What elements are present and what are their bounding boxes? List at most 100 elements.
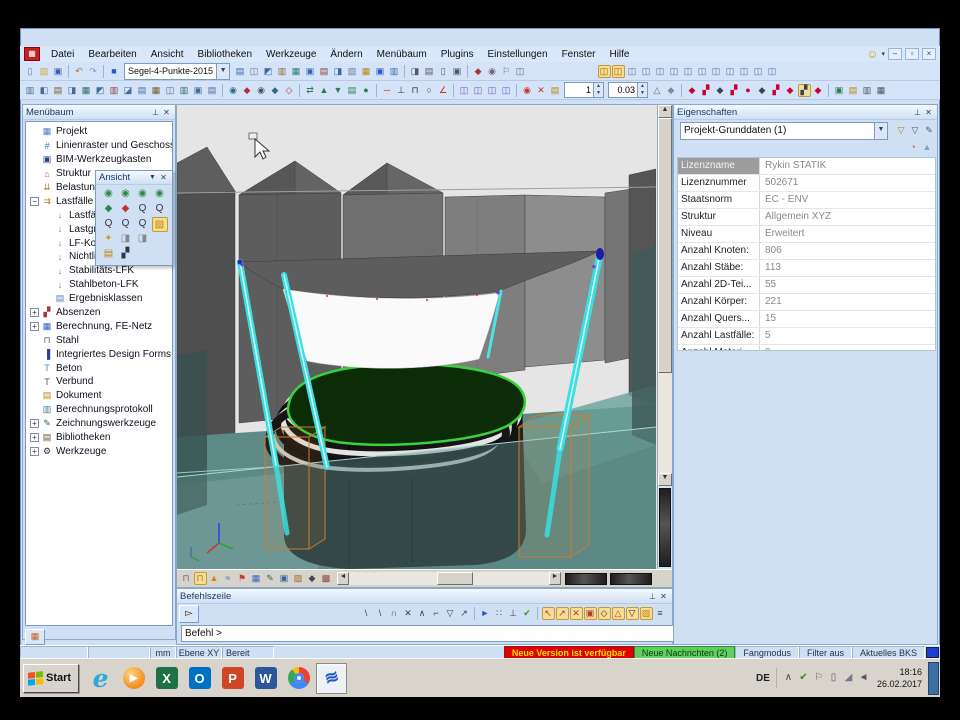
new-file-icon[interactable]: ▯ [24,65,37,78]
clipping-box-icon[interactable]: ▤ [101,247,117,262]
3d-viewport[interactable]: ▲ ▼ ⊓⊓▲≈⚑▦✎▣▨◆▩ ◄ ► [176,104,673,588]
redo-icon[interactable]: ↷ [87,65,100,78]
render-icon[interactable]: ◉ [486,65,499,78]
filter-edit-icon[interactable]: ▽ [909,124,922,137]
eigenschaften-titlebar[interactable]: Eigenschaften ⊥ ✕ [674,105,937,120]
move-icon[interactable]: ⇄ [304,84,317,97]
picture-icon[interactable]: ▧ [346,65,359,78]
select-cut-icon[interactable]: ◨ [66,84,79,97]
annotate-icon[interactable]: ✎ [264,572,277,585]
snap-mid-icon[interactable]: △ [612,607,625,620]
menu-item[interactable]: Menübaum [370,49,434,60]
layers-icon[interactable]: ◫ [248,65,261,78]
support-icon[interactable]: ◆ [756,84,769,97]
snap-node-icon[interactable]: ▣ [584,607,597,620]
volume-icon[interactable]: ◄ [856,672,870,685]
page-icon[interactable]: ▯ [437,65,450,78]
show-desktop-button[interactable] [928,662,939,695]
grid-icon[interactable]: ▦ [250,572,263,585]
menu-item[interactable]: Einstellungen [481,49,555,60]
snap-endpoint-icon[interactable]: ↖ [542,607,555,620]
spinner-icon[interactable]: ▲▼ [593,83,603,97]
texture-icon[interactable]: ▨ [292,572,305,585]
view-window-icon[interactable]: ◫ [696,65,709,78]
doc-icon[interactable]: ▥ [861,84,874,97]
bks-color-swatch[interactable] [926,647,939,658]
pin-icon[interactable]: ⊥ [647,592,658,601]
open-icon[interactable]: ▨ [38,65,51,78]
property-row[interactable]: StaatsnormEC - ENV [678,192,935,209]
tree-item[interactable]: ▤Ergebnisklassen [26,292,172,306]
property-row[interactable]: LizenznameRykin STATIK [678,158,935,175]
close-project-icon[interactable]: ■ [108,65,121,78]
property-value[interactable]: 113 [760,260,935,276]
network-icon[interactable]: ◢ [841,672,855,685]
property-row[interactable]: Anzahl Quers...15 [678,311,935,328]
pin-icon[interactable]: ⊥ [912,108,923,117]
array-icon[interactable]: ● [360,84,373,97]
view-right-icon[interactable]: ◉ [152,187,168,202]
line-grid-icon[interactable]: ⊥ [507,607,520,620]
word-icon[interactable]: W [250,663,281,694]
media-player-icon[interactable]: ▶ [118,663,149,694]
node-view-icon[interactable]: ◆ [306,572,319,585]
activity-icon[interactable]: ◩ [262,65,275,78]
rotate-icon[interactable]: ▼ [332,84,345,97]
select-prev-icon[interactable]: ◪ [122,84,135,97]
flag-marker-icon[interactable]: ⚑ [236,572,249,585]
export-icon[interactable]: ▣ [451,65,464,78]
property-value[interactable]: 15 [760,311,935,327]
select-add-icon[interactable]: ◧ [38,84,51,97]
draw-line-icon[interactable]: \ [360,607,373,620]
ansicht-titlebar[interactable]: Ansicht ▼ ✕ [96,171,172,185]
undo-icon[interactable]: ↶ [73,65,86,78]
node-icon[interactable]: ◆ [686,84,699,97]
befehlszeile-titlebar[interactable]: Befehlszeile ⊥ ✕ [177,589,672,604]
scroll-right-icon[interactable]: ► [549,572,561,585]
hatch-icon[interactable]: ▩ [320,572,333,585]
print-view-icon[interactable]: ◨ [118,232,134,247]
menu-item[interactable]: Datei [44,49,81,60]
lock-view-icon[interactable]: ⊓ [180,572,193,585]
dim-icon[interactable]: ◆ [241,84,254,97]
property-row[interactable]: Anzahl Lastfälle:5 [678,328,935,345]
snap-perp-icon[interactable]: ▽ [626,607,639,620]
command-input[interactable] [181,625,675,642]
combobox-arrow-icon[interactable]: ▼ [216,64,229,79]
view-window-icon[interactable]: ◫ [724,65,737,78]
measure-icon[interactable]: ◉ [227,84,240,97]
zoom-out-icon[interactable]: Q [152,202,168,217]
scale-input[interactable]: ▲▼ [564,82,604,98]
collapse-icon[interactable]: − [30,197,39,206]
vertex-icon[interactable]: ∧ [416,607,429,620]
erase-icon[interactable]: ✕ [402,607,415,620]
view-window-icon[interactable]: ◫ [682,65,695,78]
viewpane-icon[interactable]: ◫ [458,84,471,97]
paperspace-icon[interactable]: ◨ [332,65,345,78]
menu-item[interactable]: Werkzeuge [259,49,323,60]
deselect-icon[interactable]: ▥ [108,84,121,97]
close-palette-icon[interactable]: ✕ [158,173,169,182]
tree-item[interactable]: +▤Bibliotheken [26,431,172,445]
extend-icon[interactable]: ↗ [458,607,471,620]
flag-icon[interactable]: ⚐ [500,65,513,78]
tree-item[interactable]: ▤Dokument [26,389,172,403]
library-icon[interactable]: ▦ [360,65,373,78]
zoom-all-icon[interactable]: Q [118,217,134,232]
copy-icon[interactable]: ▲ [318,84,331,97]
viewpane-icon[interactable]: ◫ [472,84,485,97]
props-sel-icon[interactable]: ▤ [206,84,219,97]
property-value[interactable]: 5 [760,328,935,344]
light-icon[interactable]: ✦ [101,232,117,247]
view-window-icon[interactable]: ◫ [640,65,653,78]
menu-item[interactable]: Ansicht [144,49,191,60]
outlook-icon[interactable]: O [184,663,215,694]
dot-grid-icon[interactable]: ∷ [493,607,506,620]
bim-icon[interactable]: ▥ [276,65,289,78]
property-value[interactable]: 221 [760,294,935,310]
view-window-icon[interactable]: ◫ [738,65,751,78]
scia-engineer-icon[interactable]: ≋ [316,663,347,694]
mass-icon[interactable]: ◆ [784,84,797,97]
property-row[interactable]: Lizenznummer502671 [678,175,935,192]
filter-icon[interactable]: ▦ [80,84,93,97]
